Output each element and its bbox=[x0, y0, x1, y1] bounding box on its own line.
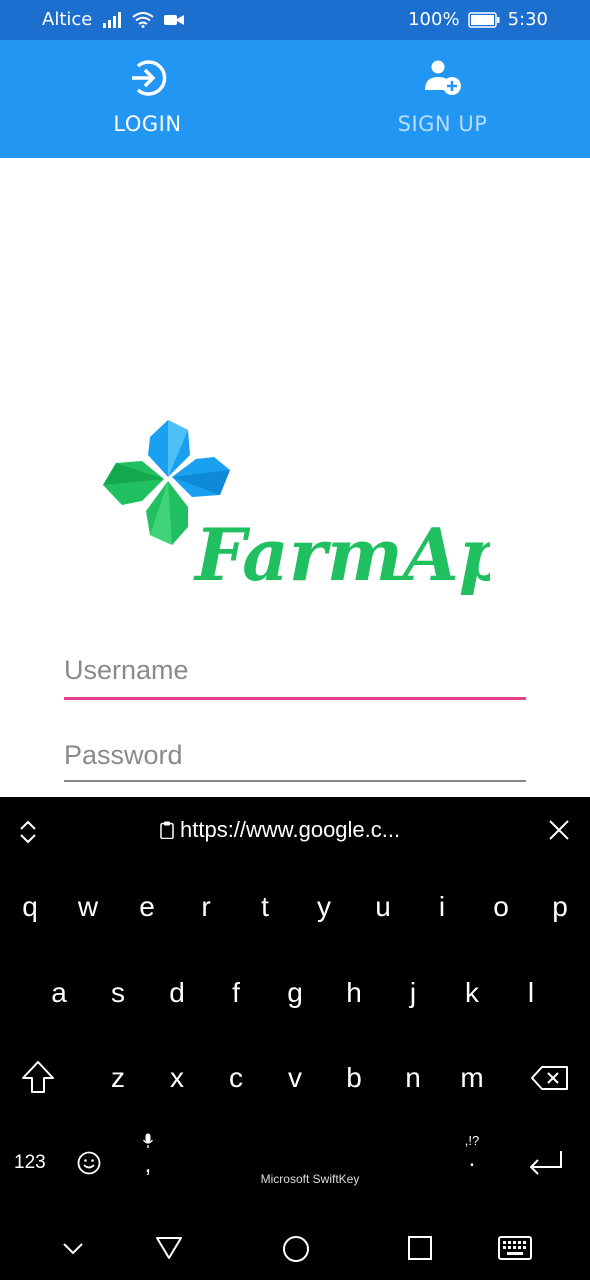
key-d[interactable]: d bbox=[148, 958, 206, 1028]
tab-sign-up-label: SIGN UP bbox=[397, 112, 488, 136]
key-t[interactable]: t bbox=[236, 872, 294, 942]
tab-sign-up[interactable]: SIGN UP bbox=[295, 40, 590, 158]
key-b[interactable]: b bbox=[325, 1043, 383, 1113]
tab-indicator bbox=[0, 193, 295, 198]
keyboard-switch-icon[interactable] bbox=[498, 1236, 532, 1260]
keyboard-brand: Microsoft SwiftKey bbox=[260, 1172, 360, 1186]
microphone-icon bbox=[142, 1133, 154, 1148]
key-f[interactable]: f bbox=[207, 958, 265, 1028]
farmapp-logo: FarmApp bbox=[100, 415, 560, 605]
username-underline bbox=[64, 697, 526, 700]
password-placeholder: Password bbox=[64, 740, 183, 770]
key-j[interactable]: j bbox=[384, 958, 442, 1028]
key-z[interactable]: z bbox=[89, 1043, 147, 1113]
key-row-3: z x c v b n m bbox=[0, 1043, 590, 1123]
logo-text: FarmApp bbox=[193, 512, 490, 597]
key-s[interactable]: s bbox=[89, 958, 147, 1028]
key-m[interactable]: m bbox=[443, 1043, 501, 1113]
clipboard-icon bbox=[160, 821, 174, 839]
tab-bar: LOGIN SIGN UP bbox=[0, 40, 590, 198]
key-q[interactable]: q bbox=[1, 872, 59, 942]
period-key[interactable]: ,!? . bbox=[460, 1133, 484, 1172]
space-key[interactable]: Microsoft SwiftKey bbox=[170, 1131, 450, 1203]
key-a[interactable]: a bbox=[30, 958, 88, 1028]
shift-icon[interactable] bbox=[20, 1059, 56, 1095]
key-g[interactable]: g bbox=[266, 958, 324, 1028]
username-field[interactable]: Username bbox=[64, 655, 526, 700]
period-label: . bbox=[468, 1145, 476, 1172]
status-bar: Altice 100% 5:30 bbox=[0, 0, 590, 40]
key-i[interactable]: i bbox=[413, 872, 471, 942]
key-u[interactable]: u bbox=[354, 872, 412, 942]
tab-login[interactable]: LOGIN bbox=[0, 40, 295, 158]
keyboard-toolbar: https://www.google.c... bbox=[0, 797, 590, 867]
comma-label: , bbox=[144, 1151, 152, 1178]
key-row-2: a s d f g h j k l bbox=[0, 958, 590, 1038]
clipboard-suggestion[interactable]: https://www.google.c... bbox=[160, 817, 400, 843]
enter-icon[interactable] bbox=[528, 1149, 564, 1177]
tab-login-label: LOGIN bbox=[113, 112, 182, 136]
key-h[interactable]: h bbox=[325, 958, 383, 1028]
signal-icon bbox=[103, 11, 122, 28]
key-w[interactable]: w bbox=[59, 872, 117, 942]
comma-key[interactable]: , bbox=[136, 1133, 160, 1177]
key-k[interactable]: k bbox=[443, 958, 501, 1028]
back-icon[interactable] bbox=[155, 1235, 183, 1261]
key-o[interactable]: o bbox=[472, 872, 530, 942]
key-v[interactable]: v bbox=[266, 1043, 324, 1113]
key-n[interactable]: n bbox=[384, 1043, 442, 1113]
wifi-icon bbox=[132, 11, 154, 28]
login-icon bbox=[131, 60, 166, 96]
carrier-label: Altice bbox=[42, 9, 93, 30]
expand-toolbar-icon[interactable] bbox=[18, 819, 38, 845]
key-l[interactable]: l bbox=[502, 958, 560, 1028]
hide-keyboard-icon[interactable] bbox=[62, 1237, 84, 1259]
emoji-icon[interactable] bbox=[77, 1151, 101, 1175]
key-x[interactable]: x bbox=[148, 1043, 206, 1113]
battery-icon bbox=[467, 11, 500, 28]
backspace-icon[interactable] bbox=[530, 1065, 570, 1091]
add-user-icon bbox=[424, 60, 461, 95]
password-field[interactable]: Password bbox=[64, 740, 526, 782]
keyboard: https://www.google.c... q w e r t y u i … bbox=[0, 797, 590, 1217]
key-e[interactable]: e bbox=[118, 872, 176, 942]
key-r[interactable]: r bbox=[177, 872, 235, 942]
key-c[interactable]: c bbox=[207, 1043, 265, 1113]
home-icon[interactable] bbox=[282, 1235, 310, 1263]
clock: 5:30 bbox=[507, 9, 548, 30]
navigation-bar bbox=[0, 1217, 590, 1280]
key-row-1: q w e r t y u i o p bbox=[0, 872, 590, 952]
clipboard-url: https://www.google.c... bbox=[180, 817, 401, 842]
username-placeholder: Username bbox=[64, 655, 189, 685]
key-y[interactable]: y bbox=[295, 872, 353, 942]
key-p[interactable]: p bbox=[531, 872, 589, 942]
key-row-4: 123 , Microsoft SwiftKey ,!? . bbox=[0, 1127, 590, 1217]
video-icon bbox=[164, 14, 185, 25]
recents-icon[interactable] bbox=[407, 1235, 433, 1261]
numbers-key[interactable]: 123 bbox=[14, 1152, 46, 1174]
close-icon[interactable] bbox=[548, 819, 570, 841]
battery-percent: 100% bbox=[408, 9, 460, 30]
password-underline bbox=[64, 780, 526, 782]
